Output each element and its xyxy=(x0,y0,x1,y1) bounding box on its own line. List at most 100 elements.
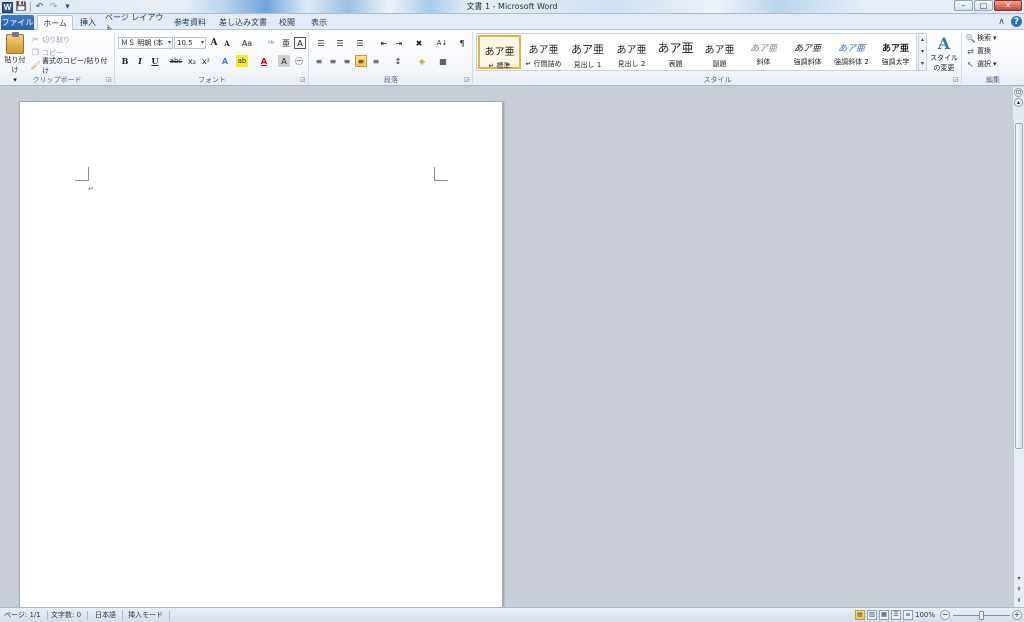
style-sample: あア亜 xyxy=(881,44,909,54)
text-effects-button[interactable]: A xyxy=(219,55,231,67)
font-launcher-icon[interactable]: ◲ xyxy=(300,77,306,83)
enclose-characters-button[interactable]: ㊀ xyxy=(293,55,305,67)
insert-mode-indicator[interactable]: 挿入モード xyxy=(128,611,170,620)
numbering-button[interactable]: ☰ xyxy=(332,37,348,49)
font-name-combobox[interactable]: ＭＳ 明朝 (本 ▾ xyxy=(118,37,173,49)
tab-file[interactable]: ファイル xyxy=(1,15,34,30)
view-buttons: ▤ ▥ ▦ ☰ ≡ xyxy=(855,610,913,620)
increase-indent-button[interactable]: ⇥ xyxy=(393,37,405,49)
character-shading-button[interactable]: A xyxy=(278,55,290,67)
full-screen-reading-icon[interactable]: ▥ xyxy=(867,610,877,620)
clear-formatting-button[interactable]: ᴬᵇ xyxy=(265,37,277,49)
scroll-up-icon[interactable]: ▴ xyxy=(1014,98,1023,107)
style-item[interactable]: あア亜 強調太字 xyxy=(874,35,917,69)
bullets-button[interactable]: ☰ xyxy=(313,37,329,49)
font-size-dropdown-icon[interactable]: ▾ xyxy=(201,39,204,46)
zoom-out-button[interactable]: − xyxy=(940,610,950,620)
word-count[interactable]: 文字数: 0 xyxy=(51,611,89,620)
draft-icon[interactable]: ≡ xyxy=(903,610,913,620)
subscript-button[interactable]: x₂ xyxy=(186,55,198,67)
style-item[interactable]: あア亜 副題 xyxy=(698,35,741,69)
scroll-down-icon[interactable]: ▾ xyxy=(1015,574,1023,583)
style-item[interactable]: あア亜 強調斜体 xyxy=(786,35,829,69)
scrollbar-thumb[interactable] xyxy=(1015,123,1023,449)
vertical-scrollbar[interactable]: ▾ ⇞ ⇟ xyxy=(1013,120,1024,607)
multilevel-list-button[interactable]: ☰ xyxy=(352,37,368,49)
tab-insert[interactable]: 挿入 xyxy=(76,15,100,30)
style-name: ↵ 標準 xyxy=(488,62,511,70)
tab-page-layout[interactable]: ページ レイアウト xyxy=(105,13,165,33)
print-layout-icon[interactable]: ▤ xyxy=(855,610,865,620)
style-item[interactable]: あア亜 強調斜体 2 xyxy=(830,35,873,69)
tab-view[interactable]: 表示 xyxy=(306,15,332,30)
asian-layout-button[interactable]: ✖ xyxy=(411,37,427,49)
change-case-button[interactable]: Aa xyxy=(239,37,255,49)
format-painter-button[interactable]: 🖌 書式のコピー/貼り付け xyxy=(30,57,114,75)
select-dropdown-icon[interactable]: ▾ xyxy=(993,60,997,68)
style-item[interactable]: あア亜 ↵ 行間詰め xyxy=(522,35,565,69)
paste-button[interactable]: 貼り付け ▾ xyxy=(2,32,28,84)
italic-button[interactable]: I xyxy=(134,55,146,67)
font-color-button[interactable]: A xyxy=(258,55,270,67)
font-size-combobox[interactable]: 10.5 ▾ xyxy=(174,37,206,49)
style-item[interactable]: あア亜 見出し 2 xyxy=(610,35,653,69)
ruler-toggle[interactable]: ⊡ ▴ xyxy=(1013,87,1024,120)
tab-review[interactable]: 校閲 xyxy=(276,15,298,30)
decrease-indent-button[interactable]: ⇤ xyxy=(378,37,390,49)
page-count[interactable]: ページ: 1/1 xyxy=(4,611,48,620)
style-item[interactable]: あア亜 斜体 xyxy=(742,35,785,69)
align-left-button[interactable]: ≡ xyxy=(313,55,325,67)
minimize-ribbon-icon[interactable]: ∧ xyxy=(996,16,1007,27)
align-right-button[interactable]: ≡ xyxy=(341,55,353,67)
select-button[interactable]: ↖ 選択 ▾ xyxy=(966,59,997,69)
style-item[interactable]: あア亜 表題 xyxy=(654,35,697,69)
bold-button[interactable]: B xyxy=(119,55,131,67)
style-item[interactable]: あア亜 ↵ 標準 xyxy=(478,35,521,70)
language-indicator[interactable]: 日本語 xyxy=(95,611,123,620)
show-hide-marks-button[interactable]: ¶ xyxy=(456,37,468,49)
replace-icon: ⇄ xyxy=(967,46,974,56)
minimize-button[interactable]: – xyxy=(954,0,973,11)
maximize-button[interactable]: □ xyxy=(974,0,993,11)
paragraph-launcher-icon[interactable]: ◲ xyxy=(464,77,470,83)
cut-button[interactable]: ✂ 切り取り xyxy=(31,34,70,45)
zoom-slider-thumb[interactable] xyxy=(979,611,984,620)
tab-references[interactable]: 参考資料 xyxy=(170,15,210,30)
phonetic-guide-button[interactable]: 亜 xyxy=(280,37,292,49)
ruler-icon[interactable]: ⊡ xyxy=(1014,88,1023,97)
styles-gallery-scroll[interactable]: ▴ ▾ ▾ xyxy=(918,33,927,71)
justify-button[interactable]: ≡ xyxy=(355,55,367,67)
shading-button[interactable]: ◈ xyxy=(414,55,430,67)
borders-button[interactable]: ▦ xyxy=(435,55,451,67)
shrink-font-button[interactable]: A xyxy=(221,37,233,49)
document-page[interactable]: ↵ xyxy=(19,101,503,611)
clipboard-launcher-icon[interactable]: ◲ xyxy=(106,77,112,83)
distributed-button[interactable]: ≡ xyxy=(370,55,382,67)
font-name-dropdown-icon[interactable]: ▾ xyxy=(168,39,171,46)
zoom-level[interactable]: 100% xyxy=(915,611,935,619)
find-dropdown-icon[interactable]: ▾ xyxy=(993,34,997,42)
character-border-button[interactable]: A xyxy=(294,37,306,49)
underline-button[interactable]: U xyxy=(149,55,161,67)
help-icon[interactable]: ? xyxy=(1011,16,1022,27)
web-layout-icon[interactable]: ▦ xyxy=(879,610,889,620)
superscript-button[interactable]: x² xyxy=(200,55,212,67)
highlight-button[interactable]: ab xyxy=(236,55,248,67)
center-button[interactable]: ≡ xyxy=(327,55,339,67)
tab-mailings[interactable]: 差し込み文書 xyxy=(217,15,269,30)
styles-launcher-icon[interactable]: ◲ xyxy=(953,77,959,83)
sort-button[interactable]: A↓ xyxy=(435,37,449,49)
change-styles-button[interactable]: A スタイルの変更 xyxy=(928,34,960,73)
style-item[interactable]: あア亜 見出し 1 xyxy=(566,35,609,69)
find-button[interactable]: 🔍 検索 ▾ xyxy=(966,33,997,43)
grow-font-button[interactable]: A xyxy=(208,37,220,49)
replace-button[interactable]: ⇄ 置換 xyxy=(966,46,991,56)
previous-page-icon[interactable]: ⇞ xyxy=(1015,585,1023,594)
line-spacing-button[interactable]: ↕ xyxy=(390,55,406,67)
zoom-in-button[interactable]: + xyxy=(1012,610,1022,620)
strikethrough-button[interactable]: abc xyxy=(168,55,184,67)
next-page-icon[interactable]: ⇟ xyxy=(1015,596,1023,605)
close-button[interactable]: ✕ xyxy=(994,0,1022,11)
tab-home[interactable]: ホーム xyxy=(37,15,73,31)
outline-icon[interactable]: ☰ xyxy=(891,610,901,620)
